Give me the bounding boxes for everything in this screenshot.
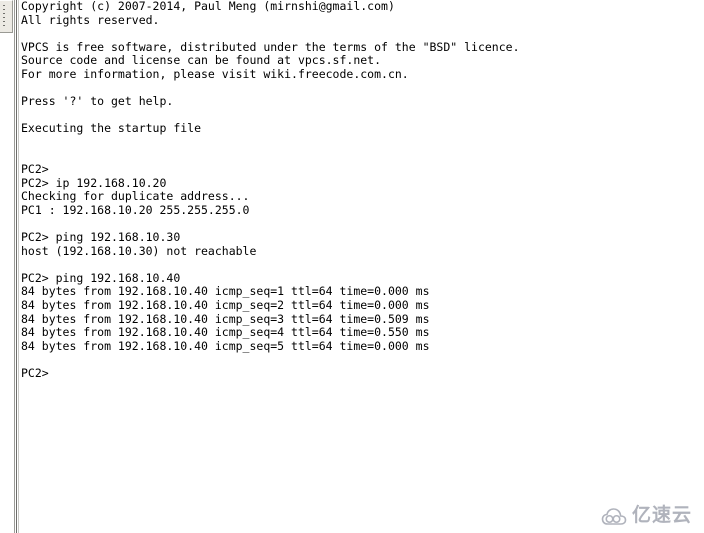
terminal-line: Copyright (c) 2007-2014, Paul Meng (mirn… — [21, 0, 395, 13]
terminal-line: 84 bytes from 192.168.10.40 icmp_seq=5 t… — [21, 338, 430, 353]
terminal-line: Source code and license can be found at … — [21, 53, 382, 68]
cloud-icon — [601, 507, 627, 525]
terminal-line: PC2> ip 192.168.10.20 — [21, 175, 167, 190]
terminal-line: PC2> ping 192.168.10.30 — [21, 230, 181, 245]
terminal-line: host (192.168.10.30) not reachable — [21, 243, 257, 258]
terminal-line: 84 bytes from 192.168.10.40 icmp_seq=1 t… — [21, 284, 430, 299]
vertical-scrollbar[interactable] — [0, 0, 14, 533]
terminal-output[interactable]: Copyright (c) 2007-2014, Paul Meng (mirn… — [21, 0, 701, 381]
vpcs-terminal-window: Copyright (c) 2007-2014, Paul Meng (mirn… — [0, 0, 704, 533]
watermark-text: 亿速云 — [631, 504, 692, 526]
terminal-line: 84 bytes from 192.168.10.40 icmp_seq=3 t… — [21, 311, 430, 326]
terminal-line: PC2> — [21, 366, 49, 381]
terminal-line: Checking for duplicate address... — [21, 189, 250, 204]
window-border-middle — [16, 0, 17, 533]
terminal-line: PC2> ping 192.168.10.40 — [21, 270, 181, 285]
terminal-line: PC2> — [21, 162, 49, 177]
window-border-outer — [14, 0, 15, 533]
vertical-scroll-thumb[interactable] — [0, 0, 13, 33]
terminal-line: PC1 : 192.168.10.20 255.255.255.0 — [21, 202, 250, 217]
terminal-line: 84 bytes from 192.168.10.40 icmp_seq=2 t… — [21, 298, 430, 313]
watermark: 亿速云 — [601, 506, 692, 525]
terminal-line: For more information, please visit wiki.… — [21, 66, 409, 81]
terminal-line: Executing the startup file — [21, 121, 202, 136]
terminal-line: VPCS is free software, distributed under… — [21, 39, 520, 54]
terminal-line: 84 bytes from 192.168.10.40 icmp_seq=4 t… — [21, 325, 430, 340]
window-border-inner — [18, 0, 19, 533]
terminal-line: All rights reserved. — [21, 12, 160, 27]
scroll-thumb-grip — [3, 5, 5, 29]
terminal-line: Press '?' to get help. — [21, 94, 174, 109]
